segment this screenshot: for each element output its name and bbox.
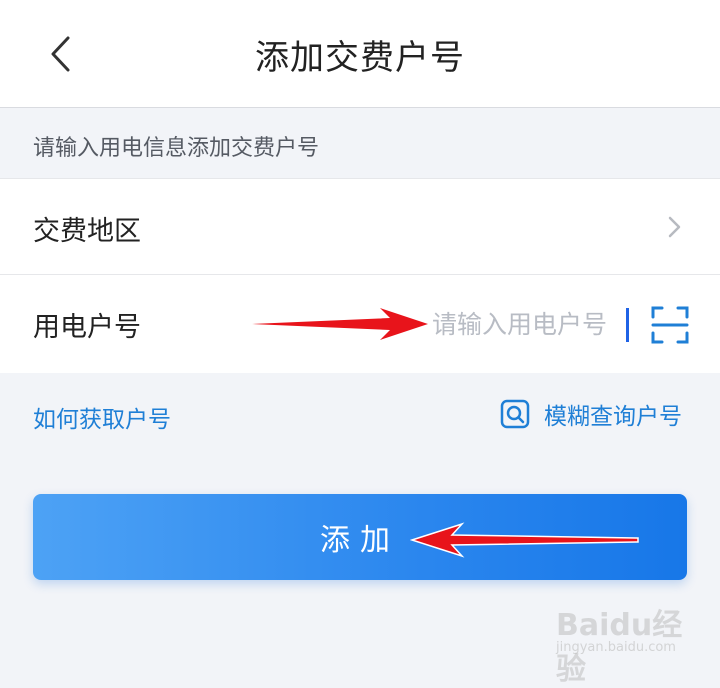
header-bar: 添加交费户号	[0, 0, 720, 108]
account-label: 用电户号	[33, 312, 141, 343]
annotation-arrow-right	[252, 308, 428, 340]
page-title: 添加交费户号	[255, 38, 465, 78]
form-hint: 请输入用电信息添加交费户号	[33, 136, 320, 161]
chevron-right-icon[interactable]	[662, 213, 686, 241]
fuzzy-search-link[interactable]: 模糊查询户号	[500, 397, 682, 431]
watermark-site: jingyan.baidu.com	[556, 640, 676, 655]
fuzzy-search-label: 模糊查询户号	[544, 404, 682, 430]
region-label: 交费地区	[33, 216, 141, 247]
watermark: Baidu经验 jingyan.baidu.com	[556, 600, 706, 687]
region-row[interactable]: 交费地区	[0, 178, 720, 275]
scan-icon[interactable]	[650, 305, 690, 345]
how-to-get-account-link[interactable]: 如何获取户号	[33, 400, 171, 434]
text-caret	[626, 308, 629, 342]
account-number-input[interactable]	[432, 305, 628, 343]
search-icon	[500, 399, 530, 429]
annotation-arrow-left	[410, 522, 639, 558]
